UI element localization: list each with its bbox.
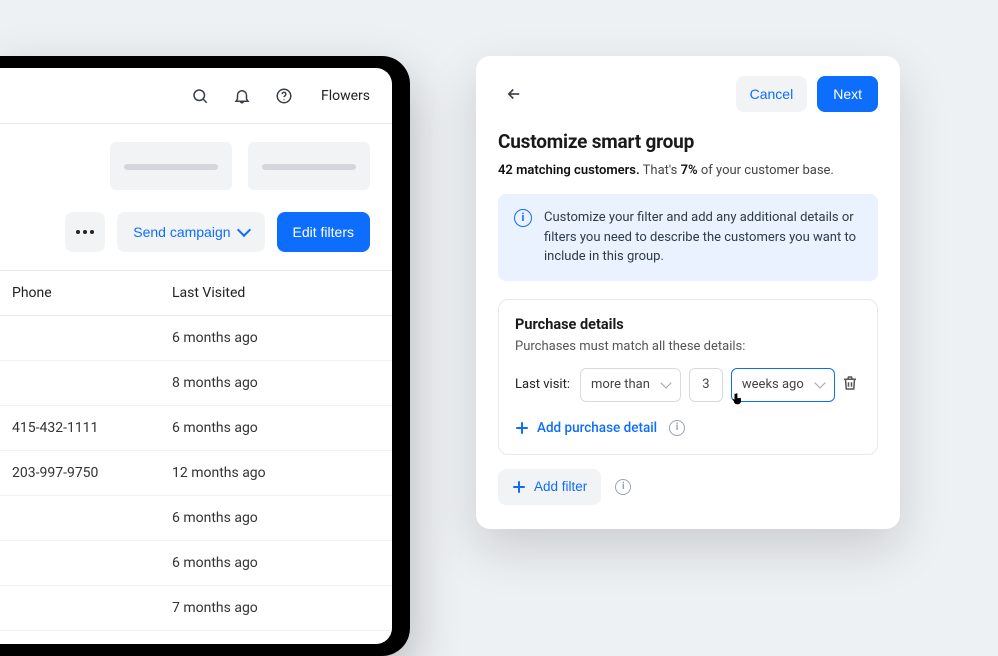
add-purchase-detail-label: Add purchase detail — [537, 420, 657, 436]
cell-phone — [0, 361, 160, 406]
help-icon[interactable] — [273, 85, 295, 107]
table-row[interactable]: 203-997-9750 12 months ago — [0, 451, 392, 496]
add-purchase-detail-button[interactable]: Add purchase detail i — [515, 420, 861, 436]
device-frame: Flowers Send campaign Edit filters Phone — [0, 56, 410, 656]
chevron-down-icon — [814, 377, 825, 388]
topbar: Flowers — [0, 68, 392, 124]
plus-icon — [515, 421, 529, 435]
unit-value: weeks ago — [742, 377, 804, 392]
cell-phone — [0, 496, 160, 541]
add-filter-label: Add filter — [534, 479, 587, 494]
summary-card — [248, 142, 370, 190]
cell-visited: 6 months ago — [160, 496, 392, 541]
table-row[interactable]: 6 months ago — [0, 541, 392, 586]
cell-visited: 7 months ago — [160, 586, 392, 631]
bell-icon[interactable] — [231, 85, 253, 107]
section-title: Purchase details — [515, 316, 861, 333]
match-count-suffix: matching customers. — [516, 163, 640, 178]
modal-header: Cancel Next — [498, 76, 878, 112]
add-filter-row: Add filter i — [498, 469, 878, 505]
match-count: 42 — [498, 163, 513, 178]
table-row[interactable]: 415-432-1111 6 months ago — [0, 406, 392, 451]
search-icon[interactable] — [189, 85, 211, 107]
match-pct: 7% — [681, 163, 698, 178]
info-icon[interactable]: i — [669, 420, 685, 436]
cancel-label: Cancel — [750, 86, 794, 102]
chevron-down-icon — [236, 223, 250, 237]
cell-visited: 6 months ago — [160, 316, 392, 361]
operator-value: more than — [591, 377, 650, 392]
edit-filters-button[interactable]: Edit filters — [277, 212, 370, 252]
cell-phone: 415-432-1111 — [0, 406, 160, 451]
table-row[interactable]: 7 months ago — [0, 586, 392, 631]
value-text: 3 — [702, 377, 709, 392]
cell-visited: 12 months ago — [160, 451, 392, 496]
arrow-left-icon — [505, 85, 523, 103]
ellipsis-icon — [76, 230, 94, 234]
toolbar: Send campaign Edit filters — [0, 190, 392, 271]
cell-phone — [0, 586, 160, 631]
back-button[interactable] — [498, 78, 530, 110]
column-header-visited[interactable]: Last Visited — [160, 271, 392, 316]
info-icon: i — [514, 209, 532, 227]
trash-icon — [841, 374, 859, 392]
table-row[interactable]: 8 months ago — [0, 361, 392, 406]
delete-filter-button[interactable] — [841, 374, 863, 396]
column-header-phone[interactable]: Phone — [0, 271, 160, 316]
summary-card — [110, 142, 232, 190]
add-filter-button[interactable]: Add filter — [498, 469, 601, 505]
cell-visited: 6 months ago — [160, 406, 392, 451]
match-summary: 42 matching customers. That's 7% of your… — [498, 163, 878, 178]
info-icon[interactable]: i — [615, 479, 631, 495]
cell-phone — [0, 316, 160, 361]
section-subtitle: Purchases must match all these details: — [515, 339, 861, 354]
cell-phone: 203-997-9750 — [0, 451, 160, 496]
plus-icon — [512, 480, 526, 494]
pct-prefix: That's — [643, 163, 678, 178]
send-campaign-label: Send campaign — [133, 224, 230, 240]
cell-phone — [0, 541, 160, 586]
operator-select[interactable]: more than — [580, 368, 681, 402]
cancel-button[interactable]: Cancel — [736, 76, 808, 112]
unit-select[interactable]: weeks ago — [731, 368, 835, 402]
filter-label: Last visit: — [515, 377, 570, 392]
next-button[interactable]: Next — [817, 76, 878, 112]
value-input[interactable]: 3 — [689, 368, 723, 402]
table-row[interactable]: 6 months ago — [0, 496, 392, 541]
pct-suffix: of your customer base. — [701, 163, 834, 178]
filter-row-last-visit: Last visit: more than 3 weeks ago — [515, 368, 861, 402]
edit-filters-label: Edit filters — [293, 224, 354, 240]
brand-label[interactable]: Flowers — [321, 88, 370, 104]
customers-table: Phone Last Visited 6 months ago 8 months… — [0, 271, 392, 631]
modal-title: Customize smart group — [498, 130, 878, 153]
summary-cards — [0, 124, 392, 190]
customize-smart-group-modal: Cancel Next Customize smart group 42 mat… — [476, 56, 900, 529]
overflow-menu-button[interactable] — [65, 212, 105, 252]
send-campaign-button[interactable]: Send campaign — [117, 212, 264, 252]
chevron-down-icon — [660, 377, 671, 388]
next-label: Next — [833, 86, 862, 102]
info-banner-text: Customize your filter and add any additi… — [544, 208, 862, 267]
cell-visited: 6 months ago — [160, 541, 392, 586]
info-banner: i Customize your filter and add any addi… — [498, 194, 878, 281]
table-row[interactable]: 6 months ago — [0, 316, 392, 361]
purchase-details-section: Purchase details Purchases must match al… — [498, 299, 878, 455]
app-window: Flowers Send campaign Edit filters Phone — [0, 68, 392, 644]
cell-visited: 8 months ago — [160, 361, 392, 406]
